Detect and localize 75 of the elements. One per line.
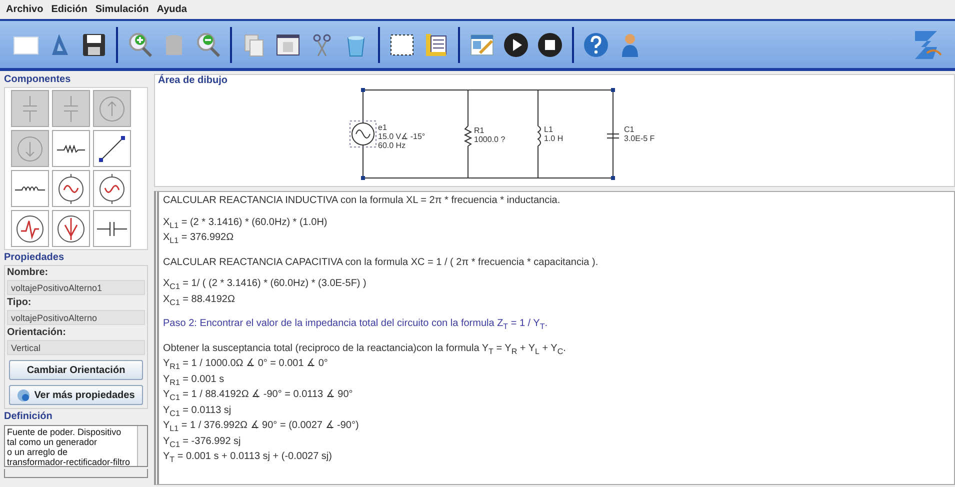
source-label: 15.0 V∡ -15° — [378, 132, 426, 141]
definition-textarea[interactable]: Fuente de poder. Dispositivo tal como un generador o un arreglo de transformador-rectificador-filtro — [4, 425, 148, 467]
component-button[interactable] — [52, 130, 90, 167]
component-button[interactable] — [11, 210, 49, 247]
source-label: 60.0 Hz — [378, 141, 406, 150]
result-line: Y$_{L1}$ = 1 / 376.992Ω ∡ 90° = (0.0027 ∡ -90°) — [163, 420, 360, 435]
text-field[interactable]: voltajePositivoAlterno1 — [7, 280, 145, 295]
component-button[interactable] — [93, 130, 131, 167]
current-source-icon — [17, 136, 43, 162]
result-line: Y$_{R1}$ = 1 / 1000.0Ω ∡ 0° = 0.001 ∡ 0° — [163, 358, 329, 373]
inductor-label: 1.0 H — [544, 134, 564, 143]
component-button[interactable] — [52, 210, 90, 247]
definition-line: tal como un generador — [7, 437, 98, 447]
result-line: Y$_{C1}$ = 0.0113 sj — [163, 404, 232, 420]
capacitor-icon — [63, 94, 79, 122]
capacitor-symbol — [606, 134, 620, 138]
menu-item[interactable]: Ayuda — [156, 4, 187, 15]
panel-button[interactable]: Cambiar Orientación — [9, 360, 143, 380]
zoom-out-icon[interactable] — [194, 30, 222, 58]
stop-icon[interactable] — [536, 30, 564, 58]
field-label: Tipo: — [7, 297, 32, 308]
menu-item[interactable]: Edición — [51, 4, 88, 15]
section-title: Área de dibujo — [158, 75, 228, 86]
resistor-icon — [56, 144, 86, 152]
resistor-symbol — [464, 126, 472, 146]
result-line: X$_{C1}$ = 88.4192Ω — [163, 294, 236, 308]
section-title: Componentes — [4, 74, 72, 85]
inductor-icon — [14, 186, 46, 191]
help-icon[interactable] — [582, 30, 610, 58]
result-line: Y$_{C1}$ = -376.992 sj — [163, 436, 242, 450]
source-label: e1 — [378, 123, 387, 132]
definition-line: Fuente de poder. Dispositivo — [7, 427, 122, 437]
current-source-icon — [99, 96, 125, 122]
definition-line: transformador-rectificador-filtro — [7, 457, 132, 466]
play-icon[interactable] — [502, 30, 530, 58]
inductor-label: L1 — [544, 125, 553, 134]
resistor-label: 1000.0 ? — [474, 135, 506, 144]
inductor-symbol — [538, 126, 541, 146]
definition-line: o un arreglo de — [7, 447, 69, 457]
result-line: X$_{L1}$ = (2 * 3.1416) * (60.0Hz) * (1.0H) — [163, 216, 328, 232]
menu-item[interactable]: Simulación — [95, 4, 149, 15]
ac-source-symbol — [350, 120, 376, 148]
capacitor-label: 3.0E-5 F — [624, 134, 655, 143]
section-title: Definición — [4, 411, 54, 422]
result-line: Y$_{T}$ = 0.001 s + 0.0113 sj + (-0.0027 sj) — [163, 451, 333, 466]
wire-icon — [98, 134, 126, 162]
text-field[interactable]: voltajePositivoAlterno — [7, 310, 145, 325]
capacitor-icon — [96, 220, 128, 236]
component-button[interactable] — [93, 210, 131, 247]
zoom-in-icon[interactable] — [126, 30, 154, 58]
menu-item[interactable]: Archivo — [6, 4, 44, 15]
result-line: Y$_{R1}$ = 0.001 s — [163, 374, 226, 388]
component-button[interactable] — [93, 170, 131, 207]
capacitor-label: C1 — [624, 125, 634, 134]
pulse-source-icon — [16, 214, 44, 242]
resistor-label: R1 — [474, 126, 484, 135]
ac-source-icon — [58, 174, 84, 204]
result-line: Obtener la susceptancia total (reciproco de la reactancia)con la formula Y$_{T}$ = Y$_{R}$ + Y$_{L}$ + Y$_{C}$. — [163, 342, 567, 358]
component-button[interactable] — [11, 170, 49, 207]
result-line: CALCULAR REACTANCIA INDUCTIVA con la formula XL = 2π * frecuencia * inductancia. — [163, 195, 562, 208]
result-line: Paso 2: Encontrar el valor de la impedancia total del circuito con la formula Z$_{T}$ = 1 / Y$_{T}$. — [163, 318, 549, 333]
section-title: Propiedades — [4, 252, 66, 263]
component-button[interactable] — [52, 170, 90, 207]
ac-source-icon — [99, 174, 125, 204]
result-line: CALCULAR REACTANCIA CAPACITIVA con la formula XC = 1 / ( 2π * frecuencia * capacitancia ). — [163, 256, 600, 269]
panel-button[interactable]: Ver más propiedades — [9, 385, 143, 405]
result-line: X$_{L1}$ = 376.992Ω — [163, 232, 235, 247]
result-line: X$_{C1}$ = 1/ ( (2 * 3.1416) * (60.0Hz) * (3.0E-5F) ) — [163, 278, 368, 293]
scrollbar — [137, 426, 147, 466]
text-field[interactable]: Vertical — [7, 340, 145, 355]
capacitor-icon — [22, 94, 38, 122]
field-label: Orientación: — [7, 327, 67, 338]
result-line: Y$_{C1}$ = 1 / 88.4192Ω ∡ -90° = 0.0113 ∡ 90° — [163, 389, 354, 404]
pulse-source-icon — [57, 214, 85, 242]
field-label: Nombre: — [7, 267, 50, 278]
